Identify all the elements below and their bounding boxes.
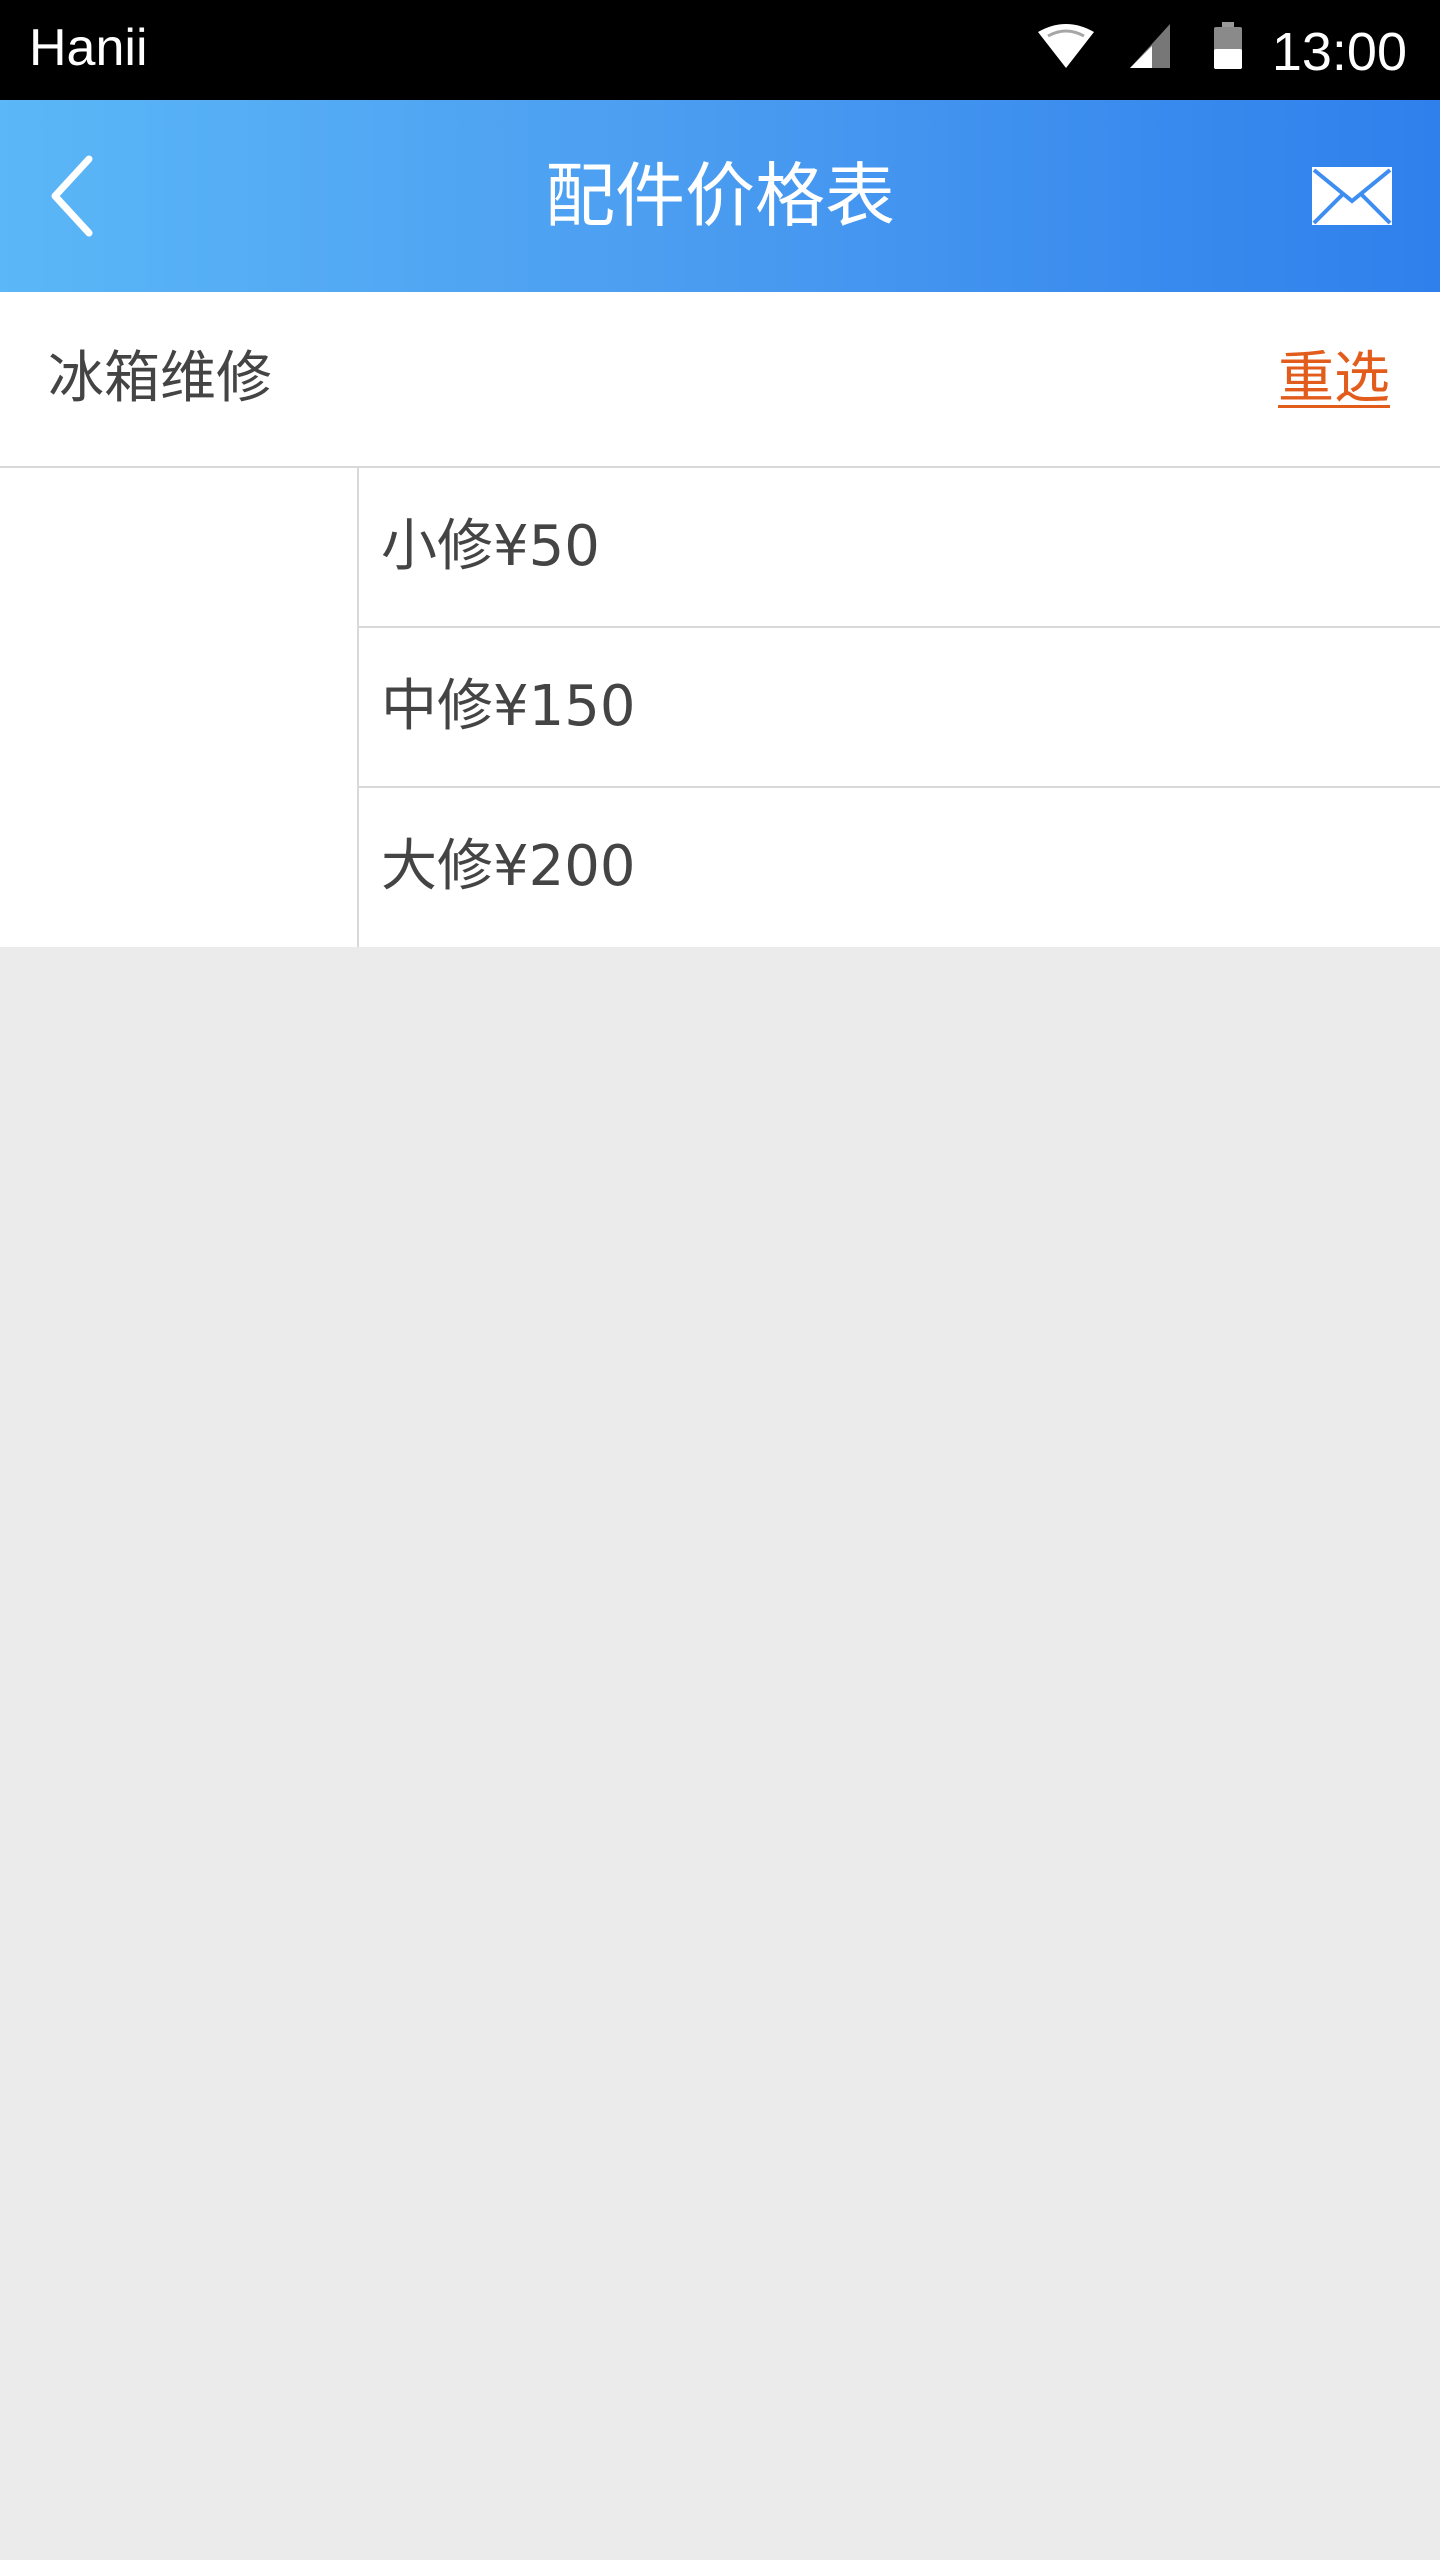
carrier-name: Hanii — [29, 19, 148, 77]
status-time: 13:00 — [1271, 22, 1407, 82]
price-item-small[interactable]: 小修¥50 — [359, 468, 1440, 628]
mail-button[interactable] — [1300, 154, 1404, 238]
reselect-link[interactable]: 重选 — [1278, 292, 1390, 466]
envelope-icon — [1312, 167, 1392, 225]
price-item-large[interactable]: 大修¥200 — [359, 788, 1440, 946]
category-name: 冰箱维修 — [48, 346, 272, 411]
category-column — [0, 468, 359, 947]
page-title: 配件价格表 — [545, 155, 895, 237]
chevron-left-icon — [51, 155, 93, 237]
app-bar: 配件价格表 — [0, 100, 1440, 292]
price-item-medium[interactable]: 中修¥150 — [359, 628, 1440, 788]
status-bar: Hanii 13:00 — [0, 0, 1440, 100]
category-header: 冰箱维修 重选 — [0, 292, 1440, 468]
battery-icon — [1214, 22, 1242, 69]
back-button[interactable] — [32, 144, 112, 248]
wifi-icon — [1038, 24, 1094, 68]
signal-icon — [1130, 24, 1170, 68]
price-list: 小修¥50 中修¥150 大修¥200 — [359, 468, 1440, 946]
price-table: 小修¥50 中修¥150 大修¥200 — [0, 468, 1440, 947]
